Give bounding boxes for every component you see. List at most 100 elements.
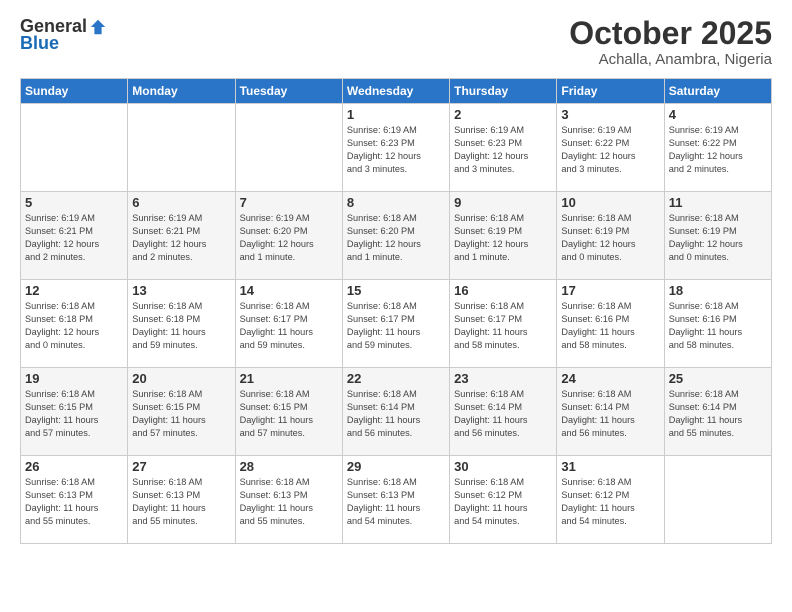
cell-info: Sunrise: 6:18 AM Sunset: 6:15 PM Dayligh… [132,388,230,440]
calendar-cell: 8 Sunrise: 6:18 AM Sunset: 6:20 PM Daylig… [342,192,449,280]
cell-day-number: 3 [561,107,659,122]
header-day-sunday: Sunday [21,79,128,104]
cell-day-number: 21 [240,371,338,386]
cell-day-number: 4 [669,107,767,122]
week-row-1: 5 Sunrise: 6:19 AM Sunset: 6:21 PM Daylig… [21,192,772,280]
cell-day-number: 31 [561,459,659,474]
cell-day-number: 25 [669,371,767,386]
cell-info: Sunrise: 6:18 AM Sunset: 6:16 PM Dayligh… [669,300,767,352]
cell-day-number: 1 [347,107,445,122]
calendar-cell: 29 Sunrise: 6:18 AM Sunset: 6:13 PM Dayli… [342,456,449,544]
calendar-cell: 12Sunrise: 6:18 AM Sunset: 6:18 PM Dayli… [21,280,128,368]
cell-info: Sunrise: 6:18 AM Sunset: 6:14 PM Dayligh… [561,388,659,440]
cell-day-number: 9 [454,195,552,210]
cell-info: Sunrise: 6:18 AM Sunset: 6:13 PM Dayligh… [347,476,445,528]
calendar-cell: 20 Sunrise: 6:18 AM Sunset: 6:15 PM Dayli… [128,368,235,456]
week-row-4: 26 Sunrise: 6:18 AM Sunset: 6:13 PM Dayli… [21,456,772,544]
cell-info: Sunrise: 6:18 AM Sunset: 6:13 PM Dayligh… [132,476,230,528]
header-day-monday: Monday [128,79,235,104]
calendar-cell: 31 Sunrise: 6:18 AM Sunset: 6:12 PM Dayli… [557,456,664,544]
calendar-cell [21,104,128,192]
calendar-cell: 21 Sunrise: 6:18 AM Sunset: 6:15 PM Dayli… [235,368,342,456]
cell-info: Sunrise: 6:19 AM Sunset: 6:22 PM Dayligh… [669,124,767,176]
title-block: October 2025 Achalla, Anambra, Nigeria [569,16,772,68]
cell-day-number: 15 [347,283,445,298]
cell-info: Sunrise: 6:18 AM Sunset: 6:15 PM Dayligh… [25,388,123,440]
cell-day-number: 6 [132,195,230,210]
calendar-cell: 18 Sunrise: 6:18 AM Sunset: 6:16 PM Dayli… [664,280,771,368]
calendar-cell: 13Sunrise: 6:18 AM Sunset: 6:18 PM Dayli… [128,280,235,368]
cell-day-number: 22 [347,371,445,386]
header-day-tuesday: Tuesday [235,79,342,104]
calendar-cell: 30Sunrise: 6:18 AM Sunset: 6:12 PM Dayli… [450,456,557,544]
cell-info: Sunrise: 6:19 AM Sunset: 6:22 PM Dayligh… [561,124,659,176]
cell-info: Sunrise: 6:18 AM Sunset: 6:14 PM Dayligh… [347,388,445,440]
cell-day-number: 20 [132,371,230,386]
cell-day-number: 11 [669,195,767,210]
calendar-cell [235,104,342,192]
cell-info: Sunrise: 6:18 AM Sunset: 6:13 PM Dayligh… [240,476,338,528]
calendar-cell: 3 Sunrise: 6:19 AM Sunset: 6:22 PM Daylig… [557,104,664,192]
cell-info: Sunrise: 6:18 AM Sunset: 6:19 PM Dayligh… [669,212,767,264]
calendar-cell: 6 Sunrise: 6:19 AM Sunset: 6:21 PM Daylig… [128,192,235,280]
calendar-cell [128,104,235,192]
calendar-cell: 4 Sunrise: 6:19 AM Sunset: 6:22 PM Daylig… [664,104,771,192]
calendar-cell: 14Sunrise: 6:18 AM Sunset: 6:17 PM Dayli… [235,280,342,368]
cell-day-number: 28 [240,459,338,474]
cell-day-number: 10 [561,195,659,210]
cell-day-number: 26 [25,459,123,474]
page: General Blue October 2025 Achalla, Anamb… [0,0,792,612]
header-day-saturday: Saturday [664,79,771,104]
week-row-2: 12Sunrise: 6:18 AM Sunset: 6:18 PM Dayli… [21,280,772,368]
cell-info: Sunrise: 6:18 AM Sunset: 6:19 PM Dayligh… [561,212,659,264]
cell-info: Sunrise: 6:18 AM Sunset: 6:20 PM Dayligh… [347,212,445,264]
header-row: SundayMondayTuesdayWednesdayThursdayFrid… [21,79,772,104]
header-day-thursday: Thursday [450,79,557,104]
calendar-body: 1Sunrise: 6:19 AM Sunset: 6:23 PM Daylig… [21,104,772,544]
cell-info: Sunrise: 6:18 AM Sunset: 6:16 PM Dayligh… [561,300,659,352]
cell-day-number: 29 [347,459,445,474]
cell-day-number: 27 [132,459,230,474]
calendar-cell: 24 Sunrise: 6:18 AM Sunset: 6:14 PM Dayli… [557,368,664,456]
header-day-friday: Friday [557,79,664,104]
cell-info: Sunrise: 6:19 AM Sunset: 6:20 PM Dayligh… [240,212,338,264]
header-day-wednesday: Wednesday [342,79,449,104]
header: General Blue October 2025 Achalla, Anamb… [20,16,772,68]
cell-info: Sunrise: 6:18 AM Sunset: 6:12 PM Dayligh… [561,476,659,528]
logo: General Blue [20,16,107,54]
cell-day-number: 23 [454,371,552,386]
cell-day-number: 5 [25,195,123,210]
cell-day-number: 12 [25,283,123,298]
cell-day-number: 7 [240,195,338,210]
calendar-cell: 1Sunrise: 6:19 AM Sunset: 6:23 PM Daylig… [342,104,449,192]
calendar-cell: 11 Sunrise: 6:18 AM Sunset: 6:19 PM Dayli… [664,192,771,280]
cell-info: Sunrise: 6:18 AM Sunset: 6:13 PM Dayligh… [25,476,123,528]
calendar-cell [664,456,771,544]
cell-day-number: 13 [132,283,230,298]
logo-blue: Blue [20,33,59,54]
calendar-cell: 16 Sunrise: 6:18 AM Sunset: 6:17 PM Dayli… [450,280,557,368]
cell-info: Sunrise: 6:18 AM Sunset: 6:17 PM Dayligh… [240,300,338,352]
calendar-cell: 22 Sunrise: 6:18 AM Sunset: 6:14 PM Dayli… [342,368,449,456]
calendar-cell: 19Sunrise: 6:18 AM Sunset: 6:15 PM Dayli… [21,368,128,456]
calendar-cell: 28 Sunrise: 6:18 AM Sunset: 6:13 PM Dayli… [235,456,342,544]
cell-day-number: 17 [561,283,659,298]
cell-info: Sunrise: 6:18 AM Sunset: 6:17 PM Dayligh… [454,300,552,352]
logo-icon [89,18,107,36]
cell-info: Sunrise: 6:18 AM Sunset: 6:14 PM Dayligh… [669,388,767,440]
cell-day-number: 24 [561,371,659,386]
calendar-cell: 27 Sunrise: 6:18 AM Sunset: 6:13 PM Dayli… [128,456,235,544]
cell-info: Sunrise: 6:18 AM Sunset: 6:19 PM Dayligh… [454,212,552,264]
calendar-cell: 10 Sunrise: 6:18 AM Sunset: 6:19 PM Dayli… [557,192,664,280]
calendar-cell: 5Sunrise: 6:19 AM Sunset: 6:21 PM Daylig… [21,192,128,280]
calendar-cell: 2Sunrise: 6:19 AM Sunset: 6:23 PM Daylig… [450,104,557,192]
week-row-0: 1Sunrise: 6:19 AM Sunset: 6:23 PM Daylig… [21,104,772,192]
cell-info: Sunrise: 6:19 AM Sunset: 6:21 PM Dayligh… [132,212,230,264]
cell-info: Sunrise: 6:18 AM Sunset: 6:15 PM Dayligh… [240,388,338,440]
cell-day-number: 16 [454,283,552,298]
calendar-subtitle: Achalla, Anambra, Nigeria [569,51,772,68]
cell-day-number: 18 [669,283,767,298]
cell-day-number: 8 [347,195,445,210]
calendar-header: SundayMondayTuesdayWednesdayThursdayFrid… [21,79,772,104]
cell-day-number: 2 [454,107,552,122]
